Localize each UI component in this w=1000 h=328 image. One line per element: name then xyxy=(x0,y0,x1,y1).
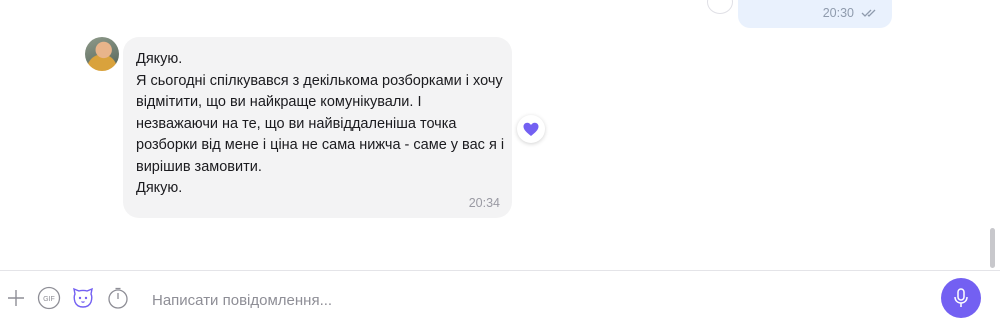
svg-text:GIF: GIF xyxy=(43,296,55,303)
sticker-icon xyxy=(73,287,93,308)
message-time: 20:34 xyxy=(468,196,500,210)
timer-icon xyxy=(108,287,128,309)
conversation-area: 20:30 Дякую. Я сьогодні спілкувався з де… xyxy=(0,0,1000,270)
incoming-message-bubble[interactable]: Дякую. Я сьогодні спілкувався з декілько… xyxy=(123,37,512,218)
gif-button[interactable]: GIF xyxy=(37,286,61,310)
gif-icon: GIF xyxy=(37,286,61,310)
microphone-icon xyxy=(954,288,968,307)
like-reaction-button[interactable] xyxy=(517,115,545,143)
timer-button[interactable] xyxy=(106,286,130,310)
message-input[interactable] xyxy=(152,289,852,311)
sticker-button[interactable] xyxy=(71,286,95,310)
outgoing-message-bubble[interactable]: 20:30 xyxy=(738,0,892,28)
plus-icon xyxy=(8,290,24,306)
reaction-button[interactable] xyxy=(707,0,733,14)
scrollbar-thumb[interactable] xyxy=(990,228,995,268)
message-text: Дякую. Я сьогодні спілкувався з декілько… xyxy=(136,51,505,196)
avatar[interactable] xyxy=(85,37,119,71)
heart-icon xyxy=(523,122,539,136)
double-check-icon xyxy=(861,9,876,17)
message-composer: GIF xyxy=(0,270,1000,328)
message-time: 20:30 xyxy=(822,6,854,20)
voice-message-button[interactable] xyxy=(941,278,981,318)
attach-button[interactable] xyxy=(4,286,28,310)
